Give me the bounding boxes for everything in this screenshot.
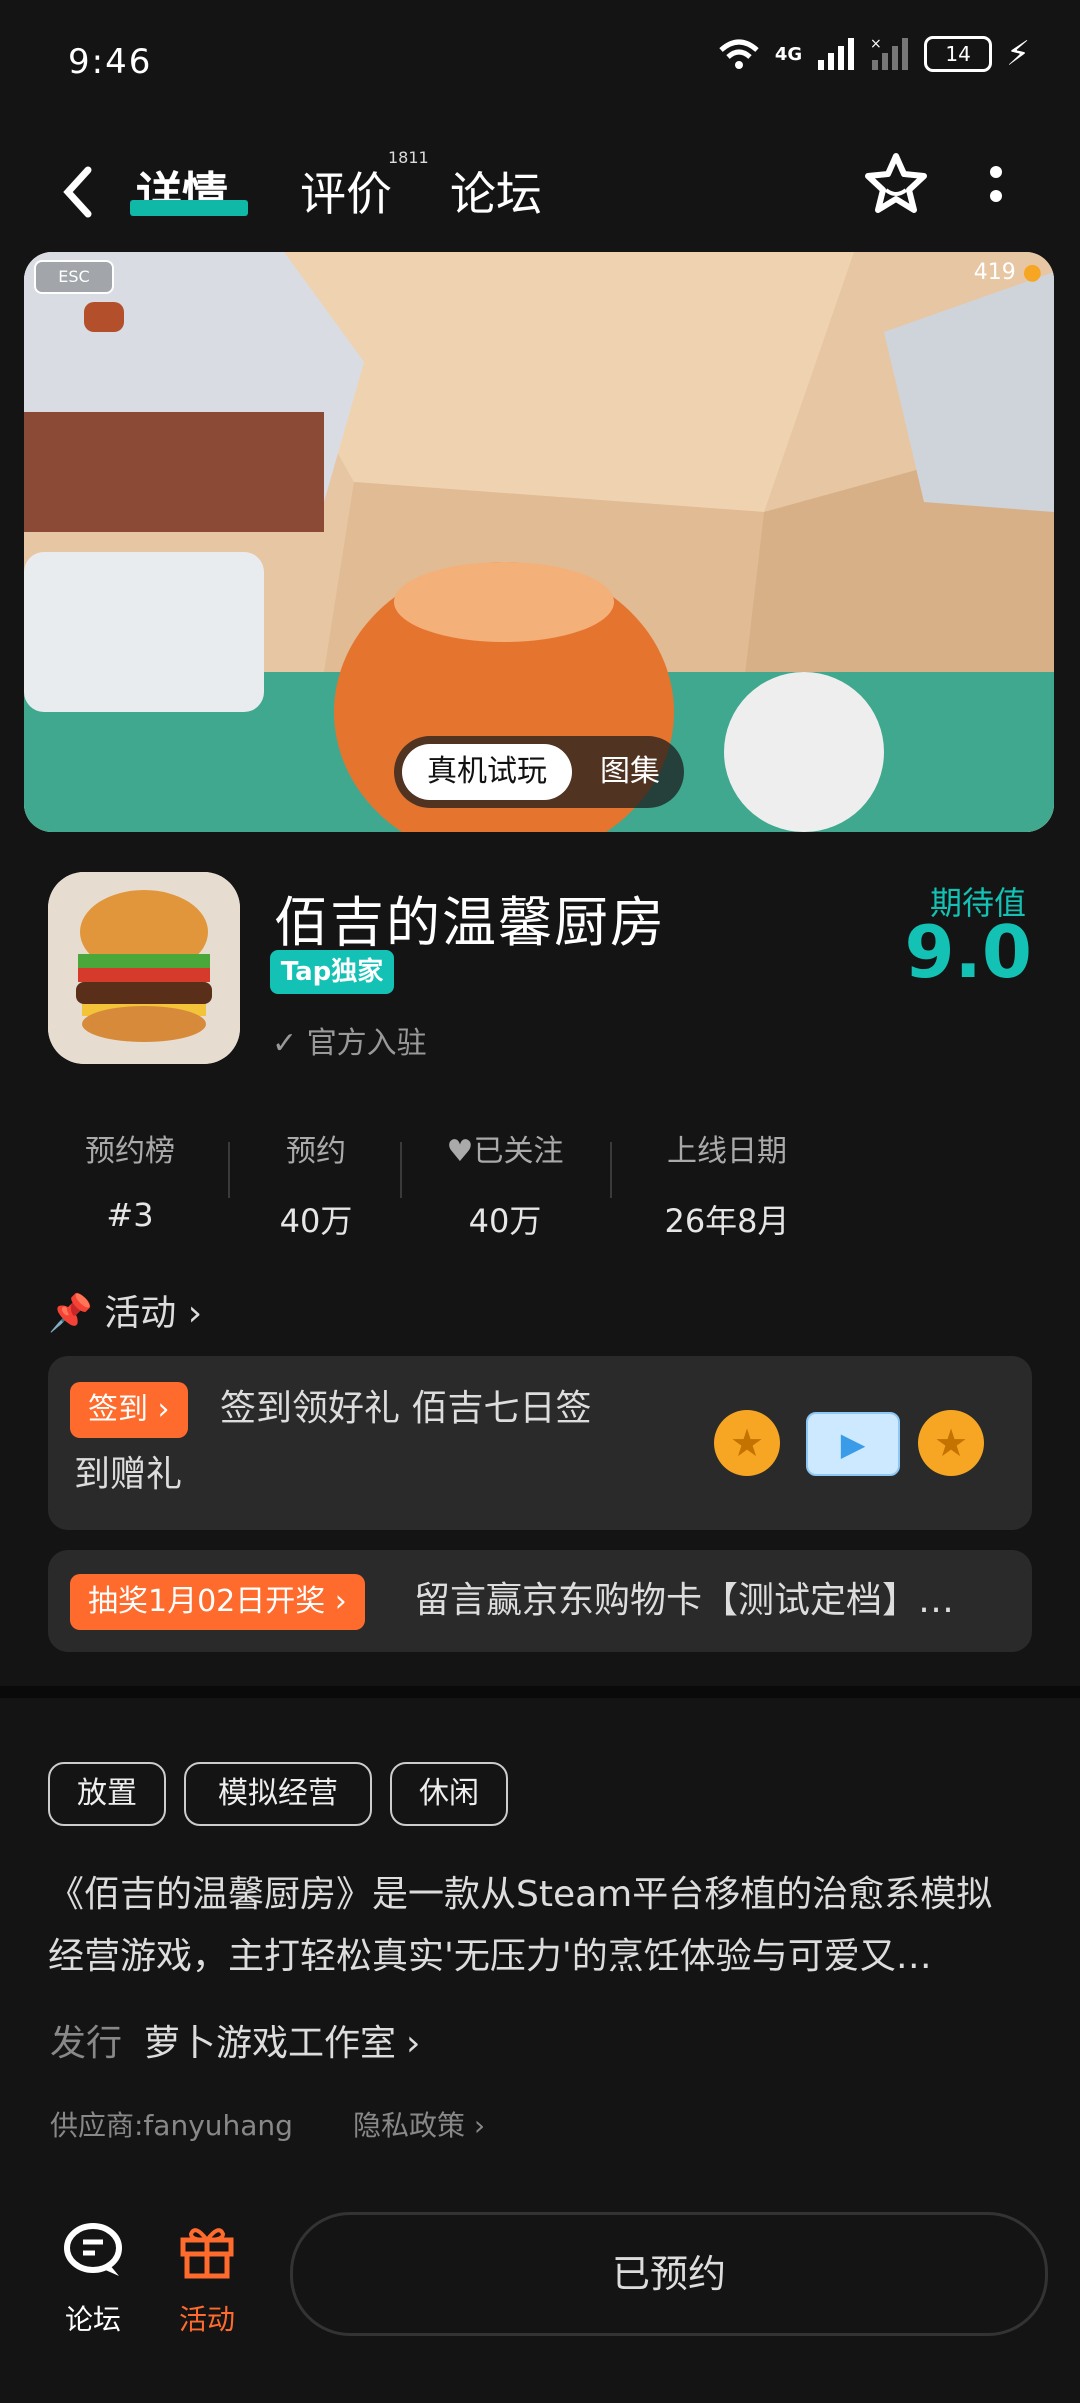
battery-icon: 14: [924, 36, 993, 72]
check-circle-icon: ✓: [272, 1026, 298, 1061]
esc-button[interactable]: ESC: [34, 260, 114, 294]
top-nav: 详情 评价 1811 论坛: [0, 140, 1080, 250]
stat-release-date: 上线日期 26年8月: [652, 1126, 802, 1242]
tab-reviews[interactable]: 评价: [300, 158, 392, 224]
network-label: 4G: [774, 43, 803, 65]
wifi-icon: [719, 39, 759, 69]
stat-release-label: 上线日期: [667, 1134, 787, 1169]
more-vertical-icon[interactable]: [986, 160, 1006, 210]
coin-reward-icon: [714, 1410, 780, 1476]
signin-tag: 签到 ›: [70, 1382, 188, 1438]
official-entry: ✓ 官方入驻: [272, 1026, 427, 1061]
publisher-label: 发行: [50, 2023, 123, 2064]
stat-followed-value: 40万: [468, 1202, 542, 1240]
bottom-activity-label: 活动: [178, 2303, 235, 2336]
tap-exclusive-badge: Tap独家: [270, 950, 394, 994]
switch-real-play[interactable]: 真机试玩: [402, 744, 572, 800]
section-divider: [0, 1686, 1080, 1698]
stat-divider: [400, 1142, 402, 1198]
game-icon: [48, 872, 240, 1064]
privacy-policy-link[interactable]: 隐私政策 ›: [323, 2109, 485, 2142]
description-line1: 《佰吉的温馨厨房》是一款从Steam平台移植的治愈系模拟: [48, 1874, 993, 1915]
lottery-activity-card[interactable]: 抽奖1月02日开奖 › 留言赢京东购物卡【测试定档】…: [48, 1550, 1032, 1652]
gift-icon: [152, 2220, 262, 2284]
signal-icon: [818, 38, 855, 70]
burger-icon: [48, 872, 240, 1064]
activity-heading[interactable]: 📌 活动 ›: [48, 1284, 202, 1336]
bottom-activity-button[interactable]: 活动: [152, 2220, 262, 2338]
signin-text-line1: 签到领好礼 佰吉七日签: [220, 1388, 592, 1429]
stat-followed-label: ♥已关注: [446, 1134, 564, 1169]
chevron-right-icon: ›: [187, 1293, 203, 1334]
bottom-forum-button[interactable]: 论坛: [38, 2220, 148, 2338]
stat-reservations-value: 40万: [279, 1202, 353, 1240]
ticket-reward-icon: [806, 1412, 900, 1476]
coin-count: 419 ●: [973, 260, 1042, 285]
chevron-right-icon: ›: [406, 2023, 421, 2064]
media-switch[interactable]: 真机试玩 图集: [394, 736, 684, 808]
coin-icon: ●: [1022, 260, 1042, 285]
pin-icon: 📌: [48, 1293, 93, 1334]
stat-divider: [610, 1142, 612, 1198]
lottery-text: 留言赢京东购物卡【测试定档】…: [414, 1580, 955, 1621]
stat-rank[interactable]: 预约榜 #3: [70, 1126, 190, 1234]
stat-reservations-label: 预约: [286, 1134, 346, 1169]
game-title: 佰吉的温馨厨房: [274, 891, 666, 954]
publisher-name: 萝卜游戏工作室: [144, 2023, 397, 2064]
status-time: 9:46: [68, 42, 153, 82]
heart-icon: ♥: [446, 1134, 474, 1169]
genre-tag[interactable]: 休闲: [390, 1762, 508, 1826]
signal-weak-icon: ×: [870, 36, 909, 70]
tab-forum[interactable]: 论坛: [450, 158, 542, 224]
publisher-row[interactable]: 发行 萝卜游戏工作室 ›: [50, 2014, 420, 2066]
svg-text:×: ×: [870, 36, 882, 52]
stat-followed[interactable]: ♥已关注 40万: [430, 1126, 580, 1242]
chat-bubble-icon: [38, 2220, 148, 2284]
genre-tag[interactable]: 放置: [48, 1762, 166, 1826]
signin-activity-card[interactable]: 签到 › 签到领好礼 佰吉七日签 到赠礼: [48, 1356, 1032, 1530]
reserved-button[interactable]: 已预约: [290, 2212, 1048, 2336]
supplier-text: 供应商:fanyuhang: [50, 2109, 293, 2142]
stat-rank-value: #3: [106, 1196, 154, 1234]
status-bar: 9:46 4G × 14 ⚡: [0, 0, 1080, 120]
status-icons: 4G × 14 ⚡: [717, 34, 1030, 74]
stat-release-value: 26年8月: [664, 1202, 790, 1240]
switch-gallery[interactable]: 图集: [586, 744, 674, 800]
supplier-row: 供应商:fanyuhang 隐私政策 ›: [50, 2104, 485, 2144]
chevron-left-icon[interactable]: [58, 162, 98, 222]
expectation-value: 9.0: [904, 910, 1032, 994]
stat-reservations: 预约 40万: [256, 1126, 376, 1242]
lottery-tag: 抽奖1月02日开奖 ›: [70, 1574, 365, 1630]
signin-text-line2: 到赠礼: [74, 1454, 183, 1495]
bottom-forum-label: 论坛: [64, 2303, 121, 2336]
coin-reward-icon: [918, 1410, 984, 1476]
description-line2: 经营游戏，主打轻松真实'无压力'的烹饪体验与可爱又…: [48, 1936, 932, 1977]
stat-rank-label: 预约榜: [85, 1134, 175, 1169]
star-outline-icon[interactable]: [862, 150, 930, 218]
genre-tag[interactable]: 模拟经营: [184, 1762, 372, 1826]
game-description[interactable]: 《佰吉的温馨厨房》是一款从Steam平台移植的治愈系模拟 经营游戏，主打轻松真实…: [48, 1864, 1038, 1988]
charging-icon: ⚡: [1006, 34, 1030, 74]
stat-divider: [228, 1142, 230, 1198]
active-tab-indicator: [130, 200, 248, 216]
reviews-count: 1811: [388, 148, 429, 167]
